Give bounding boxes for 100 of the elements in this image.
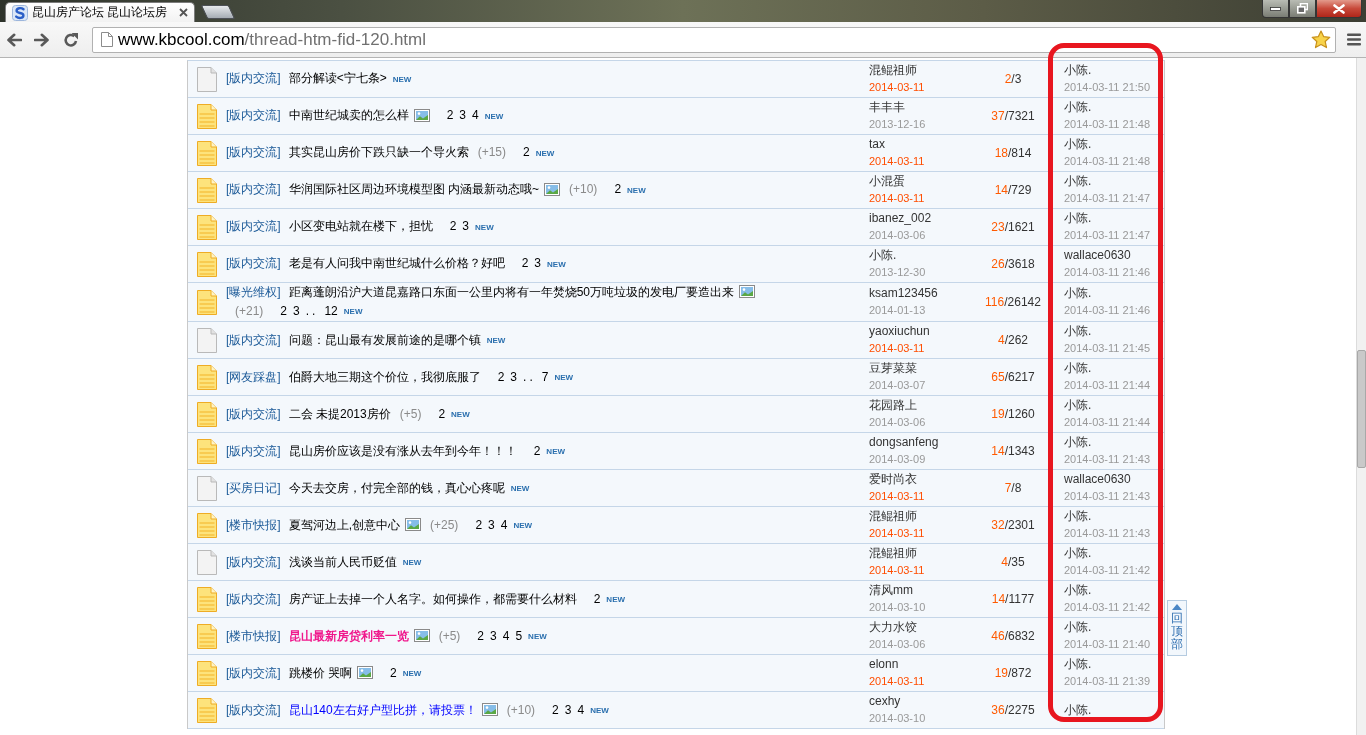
category-link[interactable]: [版内交流]: [226, 554, 281, 569]
page-link[interactable]: 5: [515, 628, 523, 643]
menu-icon[interactable]: [1347, 33, 1361, 46]
page-link[interactable]: 3: [462, 219, 470, 234]
author-link[interactable]: 豆芽菜菜: [869, 360, 974, 378]
thread-title-link[interactable]: 昆山140左右好户型比拼，请投票！: [288, 702, 477, 717]
last-poster-link[interactable]: 小陈.: [1064, 656, 1164, 674]
last-poster-link[interactable]: wallace0630: [1064, 247, 1164, 264]
page-link[interactable]: 3: [293, 304, 300, 318]
reload-icon[interactable]: [63, 31, 79, 48]
page-link[interactable]: 2: [533, 443, 541, 458]
scrollbar-thumb[interactable]: [1357, 350, 1366, 468]
browser-tab[interactable]: 昆山房产论坛 昆山论坛房: [5, 2, 195, 22]
category-link[interactable]: [买房日记]: [226, 480, 281, 495]
page-link[interactable]: 3: [510, 369, 518, 384]
page-link[interactable]: 3: [488, 517, 495, 532]
thread-title-link[interactable]: 浅谈当前人民币贬值: [288, 554, 397, 569]
last-poster-link[interactable]: 小陈.: [1064, 582, 1164, 600]
last-poster-link[interactable]: 小陈.: [1064, 508, 1164, 526]
last-poster-link[interactable]: 小陈.: [1064, 545, 1164, 563]
page-link[interactable]: 2: [477, 628, 485, 643]
last-poster-link[interactable]: 小陈.: [1064, 210, 1164, 227]
last-poster-link[interactable]: 小陈.: [1064, 701, 1164, 719]
page-link[interactable]: 2: [446, 108, 454, 123]
category-link[interactable]: [版内交流]: [226, 665, 281, 680]
page-link[interactable]: 4: [577, 702, 585, 717]
author-link[interactable]: 大力水饺: [869, 619, 974, 637]
category-link[interactable]: [版内交流]: [226, 71, 281, 86]
thread-title-link[interactable]: 小区变电站就在楼下，担忧: [288, 219, 433, 234]
window-close-button[interactable]: [1316, 0, 1362, 18]
author-link[interactable]: 混鲲祖师: [869, 545, 974, 563]
last-poster-link[interactable]: 小陈.: [1064, 434, 1164, 452]
thread-title-link[interactable]: 二会 未提2013房价: [288, 406, 391, 421]
thread-title-link[interactable]: 伯爵大地三期这个价位，我彻底服了: [288, 369, 481, 384]
thread-title-link[interactable]: 昆山房价应该是没有涨从去年到今年！！！: [288, 443, 517, 458]
page-link[interactable]: 3: [564, 702, 572, 717]
category-link[interactable]: [网友踩盘]: [226, 369, 281, 384]
page-link[interactable]: 4: [502, 628, 510, 643]
last-poster-link[interactable]: 小陈.: [1064, 360, 1164, 378]
page-link[interactable]: 2: [521, 256, 529, 271]
last-poster-link[interactable]: 小陈.: [1064, 62, 1164, 79]
back-to-top-button[interactable]: 回顶部: [1167, 600, 1187, 656]
thread-title-link[interactable]: 距离蓬朗沿沪大道昆嘉路口东面一公里内将有一年焚烧50万吨垃圾的发电厂要造出来: [288, 285, 735, 299]
last-poster-link[interactable]: 小陈.: [1064, 619, 1164, 637]
minimize-button[interactable]: [1262, 0, 1289, 18]
last-poster-link[interactable]: 小陈.: [1064, 136, 1164, 153]
page-link[interactable]: 2: [523, 145, 530, 160]
thread-title-link[interactable]: 昆山最新房贷利率一览: [288, 628, 409, 643]
category-link[interactable]: [版内交流]: [226, 182, 281, 197]
page-link[interactable]: 2: [390, 665, 397, 680]
page-link[interactable]: 3: [459, 108, 467, 123]
category-link[interactable]: [版内交流]: [226, 591, 281, 606]
last-poster-link[interactable]: 小陈.: [1064, 99, 1164, 116]
page-link[interactable]: 2: [552, 702, 559, 717]
author-link[interactable]: ibanez_002: [869, 210, 974, 227]
author-link[interactable]: cexhy: [869, 693, 974, 711]
thread-title-link[interactable]: 问题：昆山最有发展前途的是哪个镇: [288, 332, 481, 347]
category-link[interactable]: [楼市快报]: [226, 628, 281, 643]
page-link[interactable]: 2: [593, 591, 601, 606]
page-link[interactable]: 2: [438, 406, 446, 421]
address-field[interactable]: www.kbcool.com/thread-htm-fid-120.html: [92, 26, 1336, 53]
author-link[interactable]: dongsanfeng: [869, 434, 974, 452]
page-link[interactable]: 12: [324, 304, 338, 318]
page-link[interactable]: 3: [490, 628, 497, 643]
page-link[interactable]: 2: [497, 369, 505, 384]
page-link[interactable]: 2: [614, 182, 622, 197]
thread-title-link[interactable]: 其实昆山房价下跌只缺一个导火索: [288, 145, 469, 160]
close-icon[interactable]: [179, 8, 188, 17]
back-arrow-icon[interactable]: [6, 32, 22, 47]
author-link[interactable]: 爱时尚衣: [869, 471, 974, 489]
page-link[interactable]: 4: [472, 108, 479, 123]
thread-title-link[interactable]: 部分解读<宁七条>: [288, 71, 387, 86]
author-link[interactable]: elonn: [869, 656, 974, 674]
last-poster-link[interactable]: wallace0630: [1064, 471, 1164, 489]
restore-button[interactable]: [1289, 0, 1316, 18]
page-link[interactable]: 2: [475, 517, 483, 532]
thread-title-link[interactable]: 今天去交房，付完全部的钱，真心心疼呢: [288, 480, 505, 495]
author-link[interactable]: yaoxiuchun: [869, 323, 974, 341]
page-link[interactable]: 4: [500, 517, 508, 532]
category-link[interactable]: [版内交流]: [226, 256, 281, 271]
page-link[interactable]: 2: [280, 304, 288, 318]
category-link[interactable]: [版内交流]: [226, 702, 281, 717]
category-link[interactable]: [版内交流]: [226, 406, 281, 421]
last-poster-link[interactable]: 小陈.: [1064, 173, 1164, 190]
page-link[interactable]: 7: [541, 369, 549, 384]
category-link[interactable]: [版内交流]: [226, 332, 281, 347]
author-link[interactable]: 丰丰丰: [869, 99, 974, 116]
author-link[interactable]: 小陈.: [869, 247, 974, 264]
author-link[interactable]: 小混蛋: [869, 173, 974, 190]
last-poster-link[interactable]: 小陈.: [1064, 285, 1164, 303]
last-poster-link[interactable]: 小陈.: [1064, 323, 1164, 341]
thread-title-link[interactable]: 房产证上去掉一个人名字。如何操作，都需要什么材料: [288, 591, 577, 606]
page-link[interactable]: 3: [534, 256, 542, 271]
last-poster-link[interactable]: 小陈.: [1064, 397, 1164, 415]
thread-title-link[interactable]: 夏驾河边上,创意中心: [288, 517, 400, 532]
author-link[interactable]: ksam123456: [869, 285, 974, 303]
author-link[interactable]: tax: [869, 136, 974, 153]
category-link[interactable]: [曝光维权]: [226, 285, 281, 299]
thread-title-link[interactable]: 跳楼价 哭啊: [288, 665, 352, 680]
new-tab-button[interactable]: [200, 5, 236, 19]
